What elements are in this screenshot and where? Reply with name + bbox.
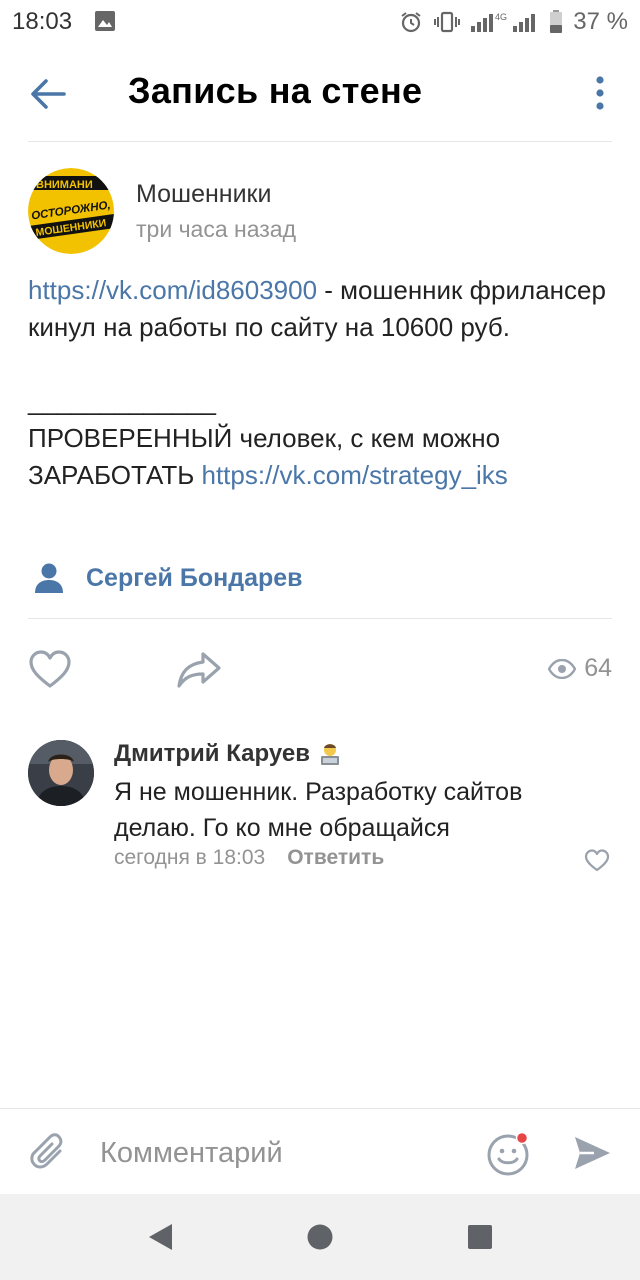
profile-link[interactable]: https://vk.com/id8603900 — [28, 275, 317, 305]
status-icons: 4G 37 % — [399, 8, 628, 36]
post-divider — [28, 618, 612, 619]
post-paragraph-1: https://vk.com/id8603900 - мошенник фрил… — [28, 272, 618, 346]
comment-composer — [0, 1108, 640, 1194]
back-arrow-icon[interactable] — [26, 74, 70, 114]
reply-button[interactable]: Ответить — [287, 846, 384, 870]
nav-recents-icon[interactable] — [466, 1223, 494, 1251]
status-bar: 18:03 4G 37 % — [0, 0, 640, 44]
status-time: 18:03 — [12, 8, 73, 35]
more-menu-icon[interactable] — [590, 74, 610, 114]
user-icon — [35, 563, 63, 593]
eye-icon — [548, 658, 577, 679]
commenter-avatar[interactable] — [28, 740, 94, 806]
app-header: Запись на стене — [0, 44, 640, 142]
android-nav-bar — [0, 1194, 640, 1280]
svg-text:ВНИМАНИ: ВНИМАНИ — [36, 179, 93, 191]
comment-input[interactable] — [100, 1129, 460, 1177]
vibrate-icon — [434, 11, 461, 33]
nav-home-icon[interactable] — [306, 1223, 334, 1251]
battery-percent: 37 % — [573, 8, 628, 35]
signal-icon: 4G — [471, 12, 536, 32]
post-paragraph-2: ПРОВЕРЕННЫЙ человек, с кем можно ЗАРАБОТ… — [28, 420, 618, 494]
like-heart-icon[interactable] — [28, 648, 72, 690]
technologist-emoji-icon — [320, 744, 339, 765]
post-body: https://vk.com/id8603900 - мошенник фрил… — [28, 272, 618, 494]
signer-name[interactable]: Сергей Бондарев — [86, 564, 303, 593]
views-counter: 64 — [548, 654, 612, 683]
post-empty-line — [28, 346, 618, 383]
views-count: 64 — [584, 654, 612, 682]
gallery-notification-icon — [95, 11, 115, 31]
page-title: Запись на стене — [128, 70, 423, 111]
comment-header: Дмитрий Каруев — [114, 740, 342, 768]
battery-icon — [550, 10, 563, 33]
comment-text: Я не мошенник. Разработку сайтов делаю. … — [114, 778, 523, 842]
post-separator: _____________ — [28, 386, 216, 416]
strategy-link[interactable]: https://vk.com/strategy_iks — [201, 460, 507, 490]
smiley-emoji-icon[interactable] — [486, 1131, 532, 1177]
post-timestamp: три часа назад — [136, 216, 297, 242]
community-avatar[interactable]: ВНИМАНИ ОСТОРОЖНО, МОШЕННИКИ — [28, 168, 114, 254]
post-signer[interactable]: Сергей Бондарев — [34, 562, 303, 594]
paperclip-icon[interactable] — [30, 1131, 70, 1175]
comment-timestamp: сегодня в 18:03 — [114, 846, 266, 869]
post-author-name[interactable]: Мошенники — [136, 180, 271, 209]
comment-meta: сегодня в 18:03 Ответить — [114, 846, 384, 870]
svg-text:4G: 4G — [495, 12, 507, 22]
share-arrow-icon[interactable] — [176, 648, 222, 690]
comment-author-name[interactable]: Дмитрий Каруев — [114, 740, 310, 768]
notification-dot-icon — [515, 1131, 529, 1145]
header-divider — [28, 141, 612, 142]
nav-back-icon[interactable] — [146, 1222, 174, 1252]
send-icon[interactable] — [572, 1133, 612, 1173]
alarm-icon — [401, 12, 421, 33]
comment-like-heart-icon[interactable] — [584, 848, 610, 872]
